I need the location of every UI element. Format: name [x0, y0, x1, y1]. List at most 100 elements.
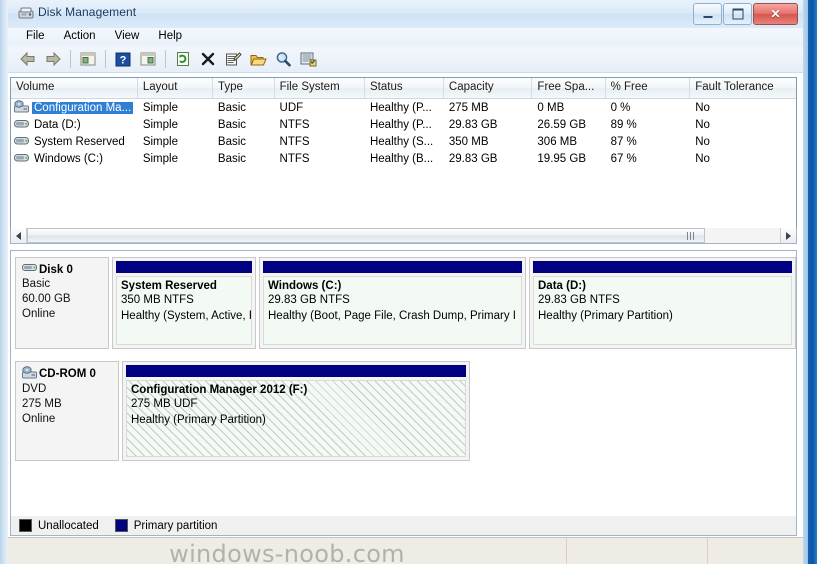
disk-label: CD-ROM 0: [39, 368, 96, 380]
partition-windows-c[interactable]: Windows (C:) 29.83 GB NTFS Healthy (Boot…: [259, 257, 526, 349]
toolbar-separator: [165, 50, 166, 68]
layout-cell: Simple: [142, 152, 178, 165]
table-row[interactable]: Configuration Ma... Simple Basic UDF Hea…: [11, 99, 796, 116]
minimize-button[interactable]: [693, 3, 722, 25]
table-row[interactable]: Data (D:) Simple Basic NTFS Healthy (P..…: [11, 116, 796, 133]
cdrom-disk-icon: [22, 366, 37, 382]
file-system-cell: NTFS: [279, 152, 310, 165]
maximize-button[interactable]: [723, 3, 752, 25]
table-row[interactable]: Windows (C:) Simple Basic NTFS Healthy (…: [11, 150, 796, 167]
column-header-fault-tolerance[interactable]: Fault Tolerance: [690, 78, 796, 98]
partition-strip-disk0: System Reserved 350 MB NTFS Healthy (Sys…: [109, 257, 796, 349]
all-tasks-icon[interactable]: [296, 47, 320, 71]
menu-item-help[interactable]: Help: [150, 28, 190, 44]
partition-title: Configuration Manager 2012 (F:): [131, 384, 308, 396]
scroll-track[interactable]: [27, 228, 780, 243]
window-border-left: [0, 0, 8, 564]
legend-swatch-primary-partition: [114, 519, 128, 532]
hard-disk-icon: [22, 262, 37, 277]
legend-swatch-unallocated: [19, 519, 32, 532]
scroll-left-button[interactable]: [11, 228, 27, 243]
fault-tolerance-cell: No: [695, 152, 710, 165]
partition-data-d[interactable]: Data (D:) 29.83 GB NTFS Healthy (Primary…: [529, 257, 796, 349]
column-header-percent-free[interactable]: % Free: [606, 78, 691, 98]
menu-item-action[interactable]: Action: [56, 28, 104, 44]
disk-info-cdrom0[interactable]: CD-ROM 0 DVD 275 MB Online: [15, 361, 119, 461]
layout-cell: Simple: [142, 101, 178, 114]
partition-status: Healthy (Primary Partition): [538, 310, 673, 322]
free-space-cell: 0 MB: [537, 101, 565, 114]
capacity-cell: 29.83 GB: [448, 152, 498, 165]
volume-list-pane: Volume Layout Type File System Status Ca…: [10, 77, 797, 242]
volume-cell: Windows (C:): [11, 151, 138, 167]
fault-tolerance-cell: No: [695, 118, 710, 131]
delete-icon[interactable]: [196, 47, 220, 71]
partition-title: Data (D:): [538, 280, 586, 292]
back-icon[interactable]: [16, 47, 40, 71]
disk-state: Online: [22, 413, 56, 425]
type-cell: Basic: [217, 118, 247, 131]
show-hide-console-tree-icon[interactable]: [76, 47, 100, 71]
disk-type: Basic: [22, 278, 51, 290]
file-system-cell: NTFS: [279, 118, 310, 131]
column-header-file-system[interactable]: File System: [275, 78, 366, 98]
file-system-cell: NTFS: [279, 135, 310, 148]
column-header-status[interactable]: Status: [365, 78, 444, 98]
disk-size: 60.00 GB: [22, 293, 71, 305]
toolbar-separator: [105, 50, 106, 68]
show-hide-action-pane-icon[interactable]: [136, 47, 160, 71]
volume-name: Configuration Ma...: [32, 101, 134, 114]
volume-name: Data (D:): [34, 118, 81, 131]
close-button[interactable]: ✕: [753, 3, 798, 25]
legend-label-primary-partition: Primary partition: [133, 519, 218, 532]
open-icon[interactable]: [246, 47, 270, 71]
title-bar[interactable]: Disk Management ✕: [8, 0, 803, 29]
watermark-text: windows-noob.com: [169, 540, 405, 564]
status-bar: windows-noob.com: [8, 537, 803, 564]
menu-item-file[interactable]: File: [18, 28, 53, 44]
percent-free-cell: 0 %: [610, 101, 631, 114]
column-header-layout[interactable]: Layout: [138, 78, 213, 98]
column-header-free-space[interactable]: Free Spa...: [532, 78, 606, 98]
menu-item-view[interactable]: View: [107, 28, 148, 44]
partition-color-bar: [116, 261, 252, 273]
rescan-disks-icon[interactable]: [271, 47, 295, 71]
disk-row-cdrom0: CD-ROM 0 DVD 275 MB Online Configuration…: [15, 361, 796, 461]
table-row[interactable]: System Reserved Simple Basic NTFS Health…: [11, 133, 796, 150]
disk-management-icon: [18, 6, 34, 22]
volume-cell: Data (D:): [11, 117, 138, 133]
disk-management-window: Disk Management ✕ File Action View Help: [0, 0, 817, 564]
status-cell: Healthy (P...: [369, 118, 432, 131]
forward-icon[interactable]: [41, 47, 65, 71]
disk-graphical-view: Disk 0 Basic 60.00 GB Online System Rese…: [10, 250, 797, 522]
help-icon[interactable]: ?: [111, 47, 135, 71]
disk-info-disk0[interactable]: Disk 0 Basic 60.00 GB Online: [15, 257, 109, 349]
properties-icon[interactable]: [221, 47, 245, 71]
status-cell: Healthy (P...: [369, 101, 432, 114]
partition-strip-cdrom0: Configuration Manager 2012 (F:) 275 MB U…: [119, 361, 470, 461]
partition-color-bar: [533, 261, 792, 273]
status-cell: Healthy (B...: [369, 152, 434, 165]
partition-system-reserved[interactable]: System Reserved 350 MB NTFS Healthy (Sys…: [112, 257, 256, 349]
fault-tolerance-cell: No: [695, 101, 710, 114]
refresh-icon[interactable]: [171, 47, 195, 71]
disk-row-disk0: Disk 0 Basic 60.00 GB Online System Rese…: [15, 257, 796, 349]
disk-type: DVD: [22, 383, 47, 395]
fault-tolerance-cell: No: [695, 135, 710, 148]
scroll-right-button[interactable]: [780, 228, 796, 243]
partition-color-bar: [263, 261, 522, 273]
free-space-cell: 19.95 GB: [537, 152, 586, 165]
status-cell: Healthy (S...: [369, 135, 434, 148]
column-header-volume[interactable]: Volume: [11, 78, 138, 98]
column-header-capacity[interactable]: Capacity: [444, 78, 533, 98]
partition-status: Healthy (Primary Partition): [131, 414, 266, 426]
disk-name-row: Disk 0: [22, 262, 108, 277]
column-header-type[interactable]: Type: [213, 78, 275, 98]
volume-list-horizontal-scrollbar[interactable]: [10, 228, 797, 244]
percent-free-cell: 87 %: [610, 135, 637, 148]
volume-list-body: Configuration Ma... Simple Basic UDF Hea…: [11, 99, 796, 167]
partition-configuration-manager-f[interactable]: Configuration Manager 2012 (F:) 275 MB U…: [122, 361, 470, 461]
scroll-thumb[interactable]: [27, 228, 705, 243]
volume-cell: System Reserved: [11, 134, 138, 150]
toolbar: ?: [8, 46, 803, 73]
